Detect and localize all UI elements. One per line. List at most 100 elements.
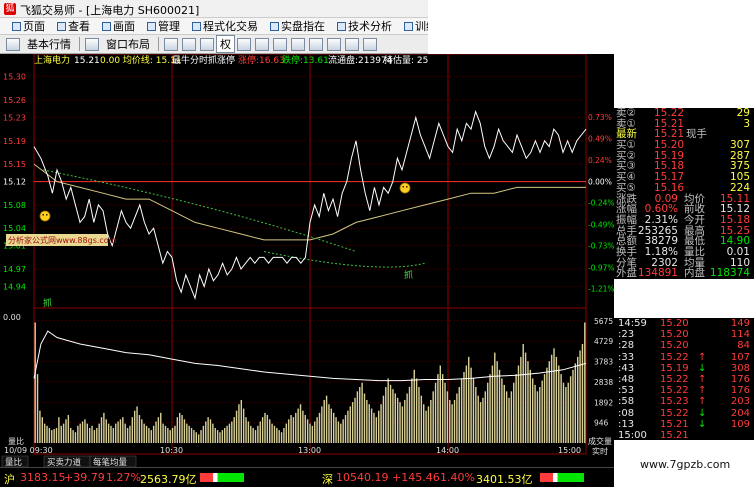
bottom-tab-1[interactable]: 买卖力道 — [47, 457, 82, 467]
volume-tick-label: 3783 — [594, 358, 613, 367]
outer-label: 外盘 — [616, 267, 637, 280]
menu-icon — [270, 22, 279, 31]
menu-item-2[interactable]: 画面 — [96, 18, 141, 34]
percent-tick-label: 0.24% — [588, 156, 612, 165]
price-tick-label: 15.12 — [3, 178, 26, 187]
menu-item-label: 页面 — [23, 20, 45, 33]
menu-item-1[interactable]: 查看 — [51, 18, 96, 34]
tick-price: 15.19 — [660, 362, 689, 374]
price-tick-label: 15.19 — [3, 137, 26, 146]
smiley-eye — [402, 186, 405, 188]
smiley-eye — [42, 214, 44, 216]
percent-tick-label: -0.97% — [588, 263, 614, 272]
watermark-text: www.7gpzb.com — [640, 458, 731, 471]
tick-time: :48 — [618, 373, 635, 385]
tick-time: :43 — [618, 362, 635, 374]
list-icon[interactable] — [273, 37, 287, 51]
menu-item-3[interactable]: 管理 — [141, 18, 186, 34]
settings-icon[interactable] — [363, 37, 377, 51]
grid-icon[interactable] — [237, 37, 251, 51]
sh-index: 3183.15 — [20, 471, 66, 484]
bottom-tab-2[interactable]: 每笔均量 — [93, 457, 128, 467]
header-price: 15.21 — [74, 56, 100, 66]
bottom-tab-0[interactable]: 量比 — [5, 457, 22, 467]
tick-row: :08 15.22 204 ↓ — [614, 408, 754, 419]
paint-icon[interactable] — [327, 37, 341, 51]
smiley-icon — [399, 182, 411, 194]
folder-icon[interactable] — [164, 37, 178, 51]
volume-tick-label: 1892 — [594, 398, 613, 407]
sh-breadth-bar — [200, 473, 244, 482]
sz-amount: 3401.53亿 — [476, 473, 533, 486]
inner-label: 内盘 — [684, 267, 705, 280]
grab-marker-label: 抓 — [404, 269, 413, 281]
window-title: 飞狐交易师 - [上海电力 SH600021] — [20, 4, 200, 17]
tick-volume: 107 — [730, 351, 750, 363]
menu-item-6[interactable]: 技术分析 — [331, 18, 398, 34]
header-hold: 持估量: 25 — [384, 54, 428, 66]
toolbar-divider — [79, 37, 80, 51]
zoom-out-icon[interactable] — [200, 37, 214, 51]
header-limit-up: 涨停:16.63 — [238, 54, 285, 66]
menu-icon — [12, 22, 21, 31]
cross-icon[interactable] — [255, 37, 269, 51]
tick-price: 15.21 — [660, 429, 689, 441]
realtime-label: 实时 — [592, 446, 608, 456]
chart-background — [0, 54, 614, 467]
menu-icon — [192, 22, 201, 31]
menu-item-5[interactable]: 实盘指在 — [264, 18, 331, 34]
tick-time: :58 — [618, 396, 635, 408]
time-tick-label: 14:00 — [436, 446, 459, 455]
smiley-eye — [406, 186, 408, 188]
smiley-icon — [39, 210, 51, 222]
help-icon[interactable] — [345, 37, 359, 51]
tick-volume: 203 — [730, 396, 750, 408]
stat-value: 2.31% — [644, 213, 678, 226]
sh-amount: 2563.79亿 — [140, 473, 197, 486]
arrow-up-icon: ↑ — [698, 396, 707, 408]
tick-volume: 84 — [737, 340, 750, 352]
tick-time: :13 — [618, 418, 635, 430]
window-icon[interactable] — [85, 37, 99, 51]
volume-ratio-label: 量比 — [8, 436, 24, 446]
tick-time: :08 — [618, 407, 635, 419]
app-logo-icon: 狐 — [4, 3, 16, 15]
menu-item-0[interactable]: 页面 — [6, 18, 51, 34]
stat-value: 15.18 — [719, 213, 750, 226]
indicator-icon[interactable] — [291, 37, 305, 51]
menu-icon — [102, 22, 111, 31]
basic-quote-button[interactable]: 基本行情 — [22, 36, 76, 52]
percent-tick-label: -0.49% — [588, 221, 614, 230]
tick-price: 15.22 — [660, 407, 689, 419]
sz-change: +145.46 — [392, 471, 440, 484]
menu-item-label: 管理 — [158, 20, 180, 33]
header-float: 流通盘:213974 — [328, 54, 393, 66]
tick-row: :43 15.19 308 ↓ — [614, 363, 754, 374]
tick-price: 15.20 — [660, 329, 689, 341]
tick-detail-panel: 14:59 15.20 149:23 15.20 114:28 15.20 84:33 15.… — [614, 318, 754, 441]
tick-row: :33 15.22 107 ↑ — [614, 352, 754, 363]
time-tick-label: 13:00 — [298, 446, 321, 455]
price-tick-label: 15.08 — [3, 201, 26, 210]
volume-tick-label: 5675 — [594, 317, 613, 326]
volume-zero-label: 0.00 — [3, 313, 21, 322]
weight-button[interactable]: 权 — [216, 35, 235, 53]
lock-icon[interactable] — [309, 37, 323, 51]
smiley-eye — [46, 214, 48, 216]
current-hand-label: 现手 — [686, 128, 707, 141]
menu-icon — [147, 22, 156, 31]
tick-row: :48 15.22 176 ↑ — [614, 374, 754, 385]
tick-price: 15.22 — [660, 351, 689, 363]
sz-breadth-bar — [540, 473, 584, 482]
intraday-chart[interactable]: 15.30 15.26 15.23 15.19 15.15 15.12 15.08 15.04… — [0, 54, 614, 467]
volume-tick-label: 4729 — [594, 337, 613, 346]
zoom-in-icon[interactable] — [182, 37, 196, 51]
chart-icon[interactable] — [6, 37, 20, 51]
tick-row: 14:59 15.20 149 — [614, 318, 754, 329]
arrow-down-icon: ↓ — [698, 362, 707, 374]
tick-price: 15.22 — [660, 385, 689, 397]
window-layout-button[interactable]: 窗口布局 — [101, 36, 155, 52]
menu-item-4[interactable]: 程式化交易 — [186, 18, 264, 34]
arrow-up-icon: ↑ — [698, 385, 707, 397]
volume-tick-label: 946 — [594, 419, 609, 428]
